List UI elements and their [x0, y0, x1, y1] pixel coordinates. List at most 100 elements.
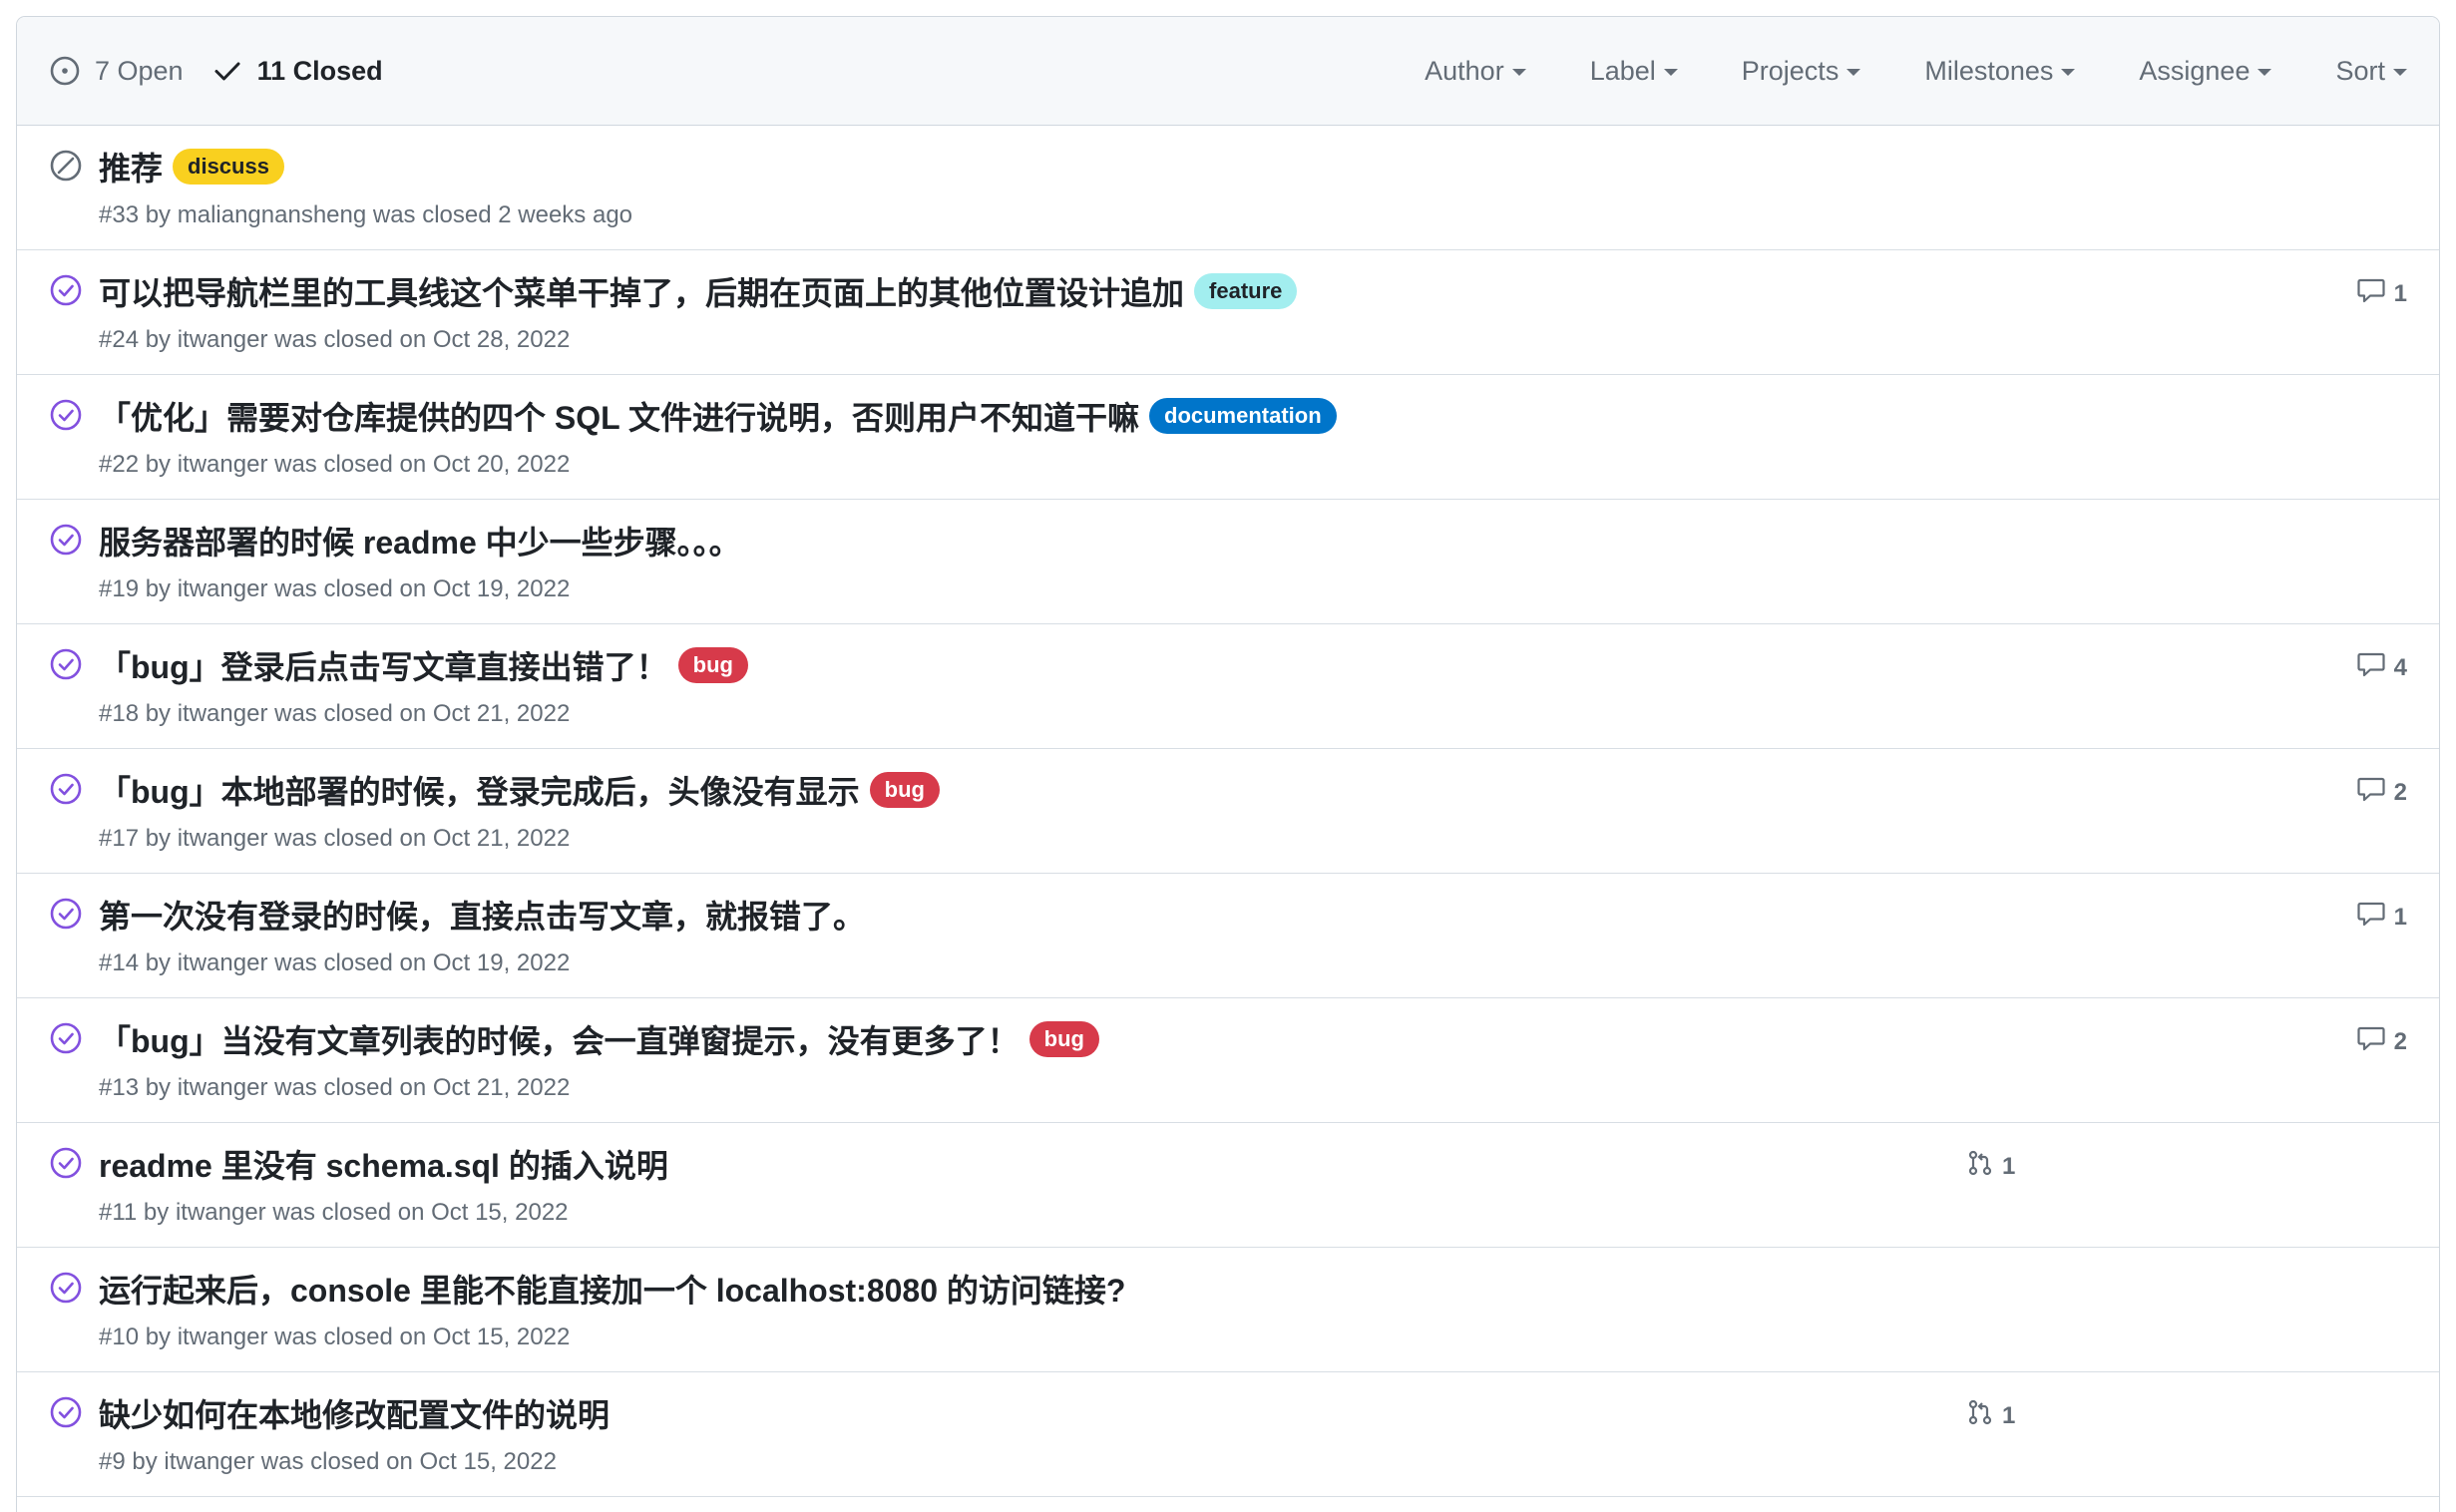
issue-title-link[interactable]: 推荐: [99, 144, 163, 189]
issue-title-line: 缺少如何在本地修改配置文件的说明: [99, 1390, 610, 1436]
issue-row[interactable]: 推荐 discuss #33 by maliangnansheng was clos…: [17, 126, 2439, 250]
issue-title-link[interactable]: 可以把导航栏里的工具线这个菜单干掉了，后期在页面上的其他位置设计追加: [99, 268, 1184, 314]
issue-title-link[interactable]: 「bug」登录后点击写文章直接出错了！: [99, 642, 668, 688]
sort-filter[interactable]: Sort: [2335, 56, 2407, 87]
issue-title-link[interactable]: 服务器部署的时候 readme 中少一些步骤。。。: [99, 518, 741, 564]
issue-label[interactable]: discuss: [173, 149, 284, 185]
issue-label[interactable]: feature: [1194, 273, 1298, 309]
issue-row[interactable]: 「优化」需要对仓库提供的四个 SQL 文件进行说明，否则用户不知道干嘛 docum…: [17, 375, 2439, 500]
issue-row[interactable]: 运行起来后，console 里能不能直接加一个 localhost:8080 的…: [17, 1248, 2439, 1372]
label-filter[interactable]: Label: [1590, 56, 1678, 87]
check-circle-icon: [49, 1021, 83, 1055]
issue-row[interactable]: 「bug」登录后点击写文章直接出错了！ bug #18 by itwanger wa…: [17, 624, 2439, 749]
issue-row[interactable]: 可以把导航栏里的工具线这个菜单干掉了，后期在页面上的其他位置设计追加 featur…: [17, 250, 2439, 375]
issue-title-link[interactable]: 「bug」本地部署的时候，登录完成后，头像没有显示: [99, 767, 860, 813]
check-circle-icon: [49, 398, 83, 432]
issue-title-link[interactable]: 运行起来后，console 里能不能直接加一个 localhost:8080 的…: [99, 1266, 1125, 1312]
check-circle-icon: [49, 1146, 83, 1180]
issue-row[interactable]: 「bug」本地部署的时候，登录完成后，头像没有显示 bug #17 by itwan…: [17, 749, 2439, 874]
git-pull-request-icon: [1966, 1149, 1994, 1184]
issue-title-line: 可以把导航栏里的工具线这个菜单干掉了，后期在页面上的其他位置设计追加 featur…: [99, 268, 1298, 314]
caret-down-icon: [2061, 69, 2076, 76]
comment-count-link[interactable]: 4: [2356, 650, 2407, 685]
issue-meta: #22 by itwanger was closed on Oct 20, 20…: [99, 451, 571, 478]
issue-label[interactable]: documentation: [1149, 398, 1337, 434]
issue-meta: #14 by itwanger was closed on Oct 19, 20…: [99, 949, 571, 976]
comment-count: 2: [2393, 1027, 2407, 1055]
issues-list-header: 7 Open 11 Closed Author Label Projects M…: [17, 17, 2439, 126]
comment-icon: [2356, 775, 2386, 810]
issue-title-line: 「bug」登录后点击写文章直接出错了！ bug: [99, 642, 748, 688]
check-circle-icon: [49, 1271, 83, 1305]
caret-down-icon: [1663, 69, 1678, 76]
caret-down-icon: [1846, 69, 1861, 76]
issue-meta: #33 by maliangnansheng was closed 2 week…: [99, 201, 633, 228]
open-issues-toggle[interactable]: 7 Open: [49, 55, 184, 87]
check-circle-icon: [49, 897, 83, 931]
issue-meta: #10 by itwanger was closed on Oct 15, 20…: [99, 1323, 571, 1350]
issue-open-icon: [49, 55, 81, 87]
check-circle-icon: [49, 772, 83, 806]
issue-title-link[interactable]: 「优化」需要对仓库提供的四个 SQL 文件进行说明，否则用户不知道干嘛: [99, 393, 1139, 439]
closed-issues-toggle[interactable]: 11 Closed: [211, 55, 383, 87]
filter-bar: Author Label Projects Milestones Assigne…: [1425, 17, 2407, 125]
check-circle-icon: [49, 273, 83, 307]
comment-count-link[interactable]: 2: [2356, 1024, 2407, 1059]
closed-issues-label: 11 Closed: [256, 55, 383, 86]
git-pull-request-icon: [1966, 1398, 1994, 1433]
assignee-filter[interactable]: Assignee: [2139, 56, 2272, 87]
comment-icon: [2356, 1024, 2386, 1059]
issue-row[interactable]: 缺少如何在本地修改配置文件的说明 #9 by itwanger was close…: [17, 1372, 2439, 1497]
issue-title-line: readme 里没有 schema.sql 的插入说明: [99, 1141, 668, 1187]
author-filter[interactable]: Author: [1425, 56, 1526, 87]
comment-icon: [2356, 276, 2386, 311]
open-issues-label: 7 Open: [95, 55, 184, 86]
issue-meta: #19 by itwanger was closed on Oct 19, 20…: [99, 575, 571, 602]
comment-icon: [2356, 900, 2386, 935]
issue-meta: #13 by itwanger was closed on Oct 21, 20…: [99, 1074, 571, 1101]
caret-down-icon: [2257, 69, 2272, 76]
issues-list: 推荐 discuss #33 by maliangnansheng was clos…: [17, 126, 2439, 1497]
comment-icon: [2356, 650, 2386, 685]
issue-title-line: 运行起来后，console 里能不能直接加一个 localhost:8080 的…: [99, 1266, 1125, 1312]
caret-down-icon: [1511, 69, 1526, 76]
check-circle-icon: [49, 523, 83, 557]
comment-count: 1: [2393, 903, 2407, 931]
comment-count-link[interactable]: 1: [2356, 276, 2407, 311]
issue-row[interactable]: 「bug」当没有文章列表的时候，会一直弹窗提示，没有更多了！ bug #13 by …: [17, 998, 2439, 1123]
comment-count: 2: [2393, 778, 2407, 806]
check-circle-icon: [49, 647, 83, 681]
issue-label[interactable]: bug: [1028, 1021, 1099, 1057]
issue-row[interactable]: readme 里没有 schema.sql 的插入说明 #11 by itwang…: [17, 1123, 2439, 1248]
issue-meta: #11 by itwanger was closed on Oct 15, 20…: [99, 1199, 569, 1226]
issue-meta: #18 by itwanger was closed on Oct 21, 20…: [99, 700, 571, 727]
issue-meta: #24 by itwanger was closed on Oct 28, 20…: [99, 326, 571, 353]
projects-filter[interactable]: Projects: [1742, 56, 1861, 87]
linked-pull-requests[interactable]: 1: [1966, 1149, 2015, 1184]
issue-row[interactable]: 服务器部署的时候 readme 中少一些步骤。。。 #19 by itwanger…: [17, 500, 2439, 624]
issue-label[interactable]: bug: [677, 647, 748, 683]
comment-count-link[interactable]: 2: [2356, 775, 2407, 810]
issue-title-link[interactable]: 「bug」当没有文章列表的时候，会一直弹窗提示，没有更多了！: [99, 1016, 1020, 1062]
issue-row[interactable]: 第一次没有登录的时候，直接点击写文章，就报错了。 #14 by itwanger …: [17, 874, 2439, 998]
issue-title-line: 「bug」当没有文章列表的时候，会一直弹窗提示，没有更多了！ bug: [99, 1016, 1099, 1062]
comment-count-link[interactable]: 1: [2356, 900, 2407, 935]
issue-title-line: 推荐 discuss: [99, 144, 284, 189]
issue-title-link[interactable]: 缺少如何在本地修改配置文件的说明: [99, 1390, 610, 1436]
milestones-filter[interactable]: Milestones: [1924, 56, 2076, 87]
issue-label[interactable]: bug: [869, 772, 940, 808]
issue-meta: #9 by itwanger was closed on Oct 15, 202…: [99, 1448, 557, 1475]
issues-list-box: 7 Open 11 Closed Author Label Projects M…: [16, 16, 2440, 1512]
caret-down-icon: [2393, 69, 2407, 76]
skip-icon: [49, 149, 83, 183]
issue-meta: #17 by itwanger was closed on Oct 21, 20…: [99, 825, 571, 852]
comment-count: 1: [2393, 279, 2407, 307]
issue-title-line: 「优化」需要对仓库提供的四个 SQL 文件进行说明，否则用户不知道干嘛 docum…: [99, 393, 1337, 439]
linked-pr-count: 1: [2002, 1401, 2016, 1429]
linked-pull-requests[interactable]: 1: [1966, 1398, 2015, 1433]
issue-title-line: 第一次没有登录的时候，直接点击写文章，就报错了。: [99, 892, 865, 938]
issue-title-link[interactable]: readme 里没有 schema.sql 的插入说明: [99, 1141, 668, 1187]
check-icon: [211, 55, 243, 87]
issue-title-link[interactable]: 第一次没有登录的时候，直接点击写文章，就报错了。: [99, 892, 865, 938]
check-circle-icon: [49, 1395, 83, 1429]
